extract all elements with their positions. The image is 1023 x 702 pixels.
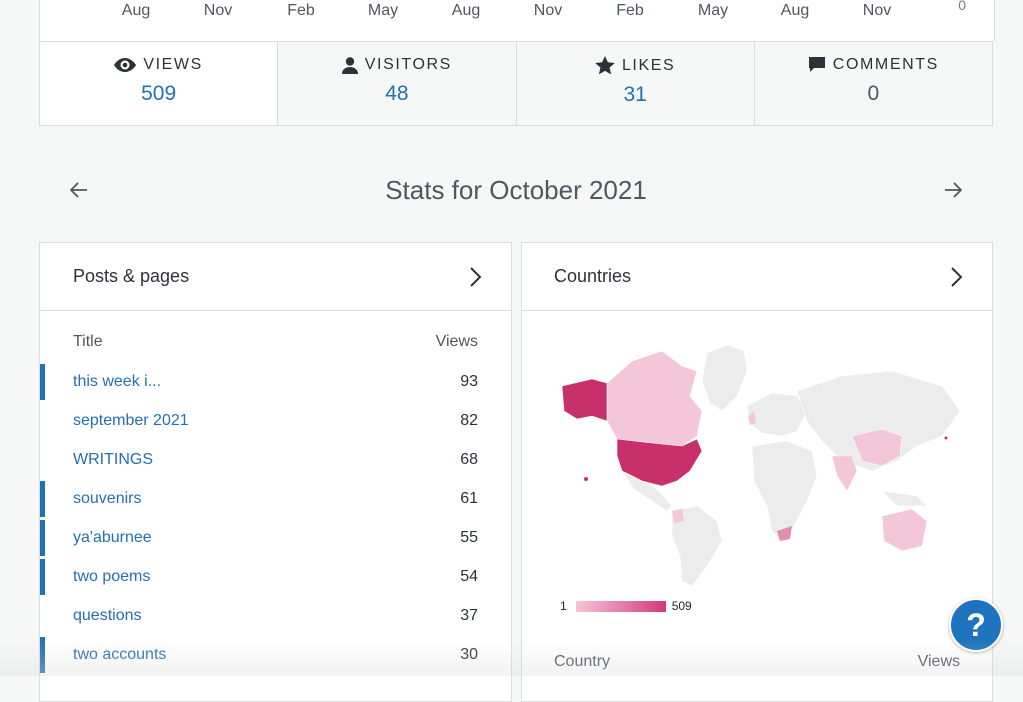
- legend-max: 509: [671, 599, 692, 613]
- column-header-country: Country: [554, 653, 611, 670]
- post-link[interactable]: WRITINGS: [73, 451, 153, 469]
- post-link[interactable]: two poems: [73, 568, 150, 586]
- map-region-alaska: [561, 378, 608, 422]
- person-icon: [341, 56, 358, 74]
- tab-value: 0: [867, 82, 880, 105]
- map-region-greenland: [701, 344, 748, 412]
- legend-min: 1: [560, 599, 567, 613]
- table-row: questions 37: [40, 596, 511, 635]
- eye-icon: [114, 58, 137, 72]
- card-title: Countries: [554, 266, 632, 286]
- post-views: 37: [460, 606, 478, 624]
- row-indicator-bar: [40, 481, 45, 517]
- posts-list: this week i... 93 september 2021 82 WRIT…: [40, 362, 511, 674]
- table-row: this week i... 93: [40, 362, 511, 401]
- map-region-colombia: [672, 509, 684, 523]
- chevron-right-icon[interactable]: [469, 266, 483, 288]
- question-mark-icon: ?: [966, 606, 986, 643]
- tab-views[interactable]: VIEWS 509: [40, 42, 279, 125]
- tab-label: VIEWS: [143, 56, 203, 73]
- map-region-canada: [606, 350, 703, 447]
- legend-gradient: [575, 600, 666, 612]
- next-period-button[interactable]: [938, 175, 968, 205]
- map-region-australia: [881, 508, 928, 552]
- chart-axis: Aug Nov Feb May Aug Nov Feb May Aug Nov …: [39, 0, 995, 41]
- map-region-indonesia: [881, 490, 928, 507]
- x-tick-label: Aug: [121, 2, 151, 19]
- tab-label: LIKES: [621, 56, 676, 74]
- x-tick-label: Aug: [451, 2, 481, 19]
- chevron-right-icon[interactable]: [950, 266, 964, 288]
- post-views: 30: [460, 645, 478, 663]
- tab-label: VISITORS: [364, 56, 452, 73]
- tab-comments[interactable]: COMMENTS 0: [755, 42, 992, 125]
- post-link[interactable]: souvenirs: [73, 490, 141, 508]
- post-views: 82: [460, 411, 478, 429]
- row-indicator-bar: [40, 520, 45, 556]
- y-tick-label: 0: [958, 0, 966, 13]
- tab-likes[interactable]: LIKES 31: [517, 42, 755, 125]
- world-map[interactable]: 1 509: [522, 311, 992, 613]
- column-header-views: Views: [435, 333, 478, 350]
- row-indicator-bar: [40, 637, 45, 673]
- comment-icon: [808, 56, 826, 74]
- arrow-right-icon: [945, 182, 962, 198]
- post-link[interactable]: two accounts: [73, 646, 166, 664]
- table-row: two accounts 30: [40, 635, 511, 674]
- column-header-views: Views: [917, 653, 960, 670]
- map-region-india: [831, 455, 858, 492]
- x-tick-label: Feb: [287, 2, 315, 19]
- tab-value: 48: [385, 82, 409, 105]
- post-views: 61: [460, 489, 478, 507]
- x-tick-label: May: [697, 2, 729, 19]
- tab-visitors[interactable]: VISITORS 48: [278, 42, 517, 125]
- table-header: Country Views: [554, 653, 960, 671]
- posts-pages-card: Posts & pages Title Views this week i...…: [39, 242, 512, 702]
- map-region-islands: [944, 436, 948, 440]
- x-tick-label: Nov: [862, 2, 892, 19]
- countries-card: Countries 1 509 Country Views: [521, 242, 993, 702]
- x-tick-label: Aug: [780, 2, 810, 19]
- post-link[interactable]: this week i...: [73, 373, 161, 391]
- post-link[interactable]: questions: [73, 607, 142, 625]
- period-title: Stats for October 2021: [385, 175, 647, 205]
- post-views: 55: [460, 528, 478, 546]
- tab-value: 31: [623, 83, 647, 106]
- map-region-europe: [746, 392, 808, 437]
- help-button[interactable]: ?: [949, 598, 1003, 652]
- map-region-hawaii: [584, 477, 588, 481]
- x-tick-label: Nov: [203, 2, 233, 19]
- table-row: two poems 54: [40, 557, 511, 596]
- post-views: 54: [460, 567, 478, 585]
- post-views: 93: [460, 372, 478, 390]
- column-header-title: Title: [73, 333, 103, 350]
- table-row: WRITINGS 68: [40, 440, 511, 479]
- x-tick-label: May: [367, 2, 399, 19]
- table-header: Title Views: [40, 311, 511, 356]
- row-indicator-bar: [40, 364, 45, 400]
- post-views: 68: [460, 450, 478, 468]
- period-navigation: Stats for October 2021: [39, 165, 993, 215]
- post-link[interactable]: ya'aburnee: [73, 529, 152, 547]
- table-row: souvenirs 61: [40, 479, 511, 518]
- tab-value: 509: [141, 82, 177, 105]
- row-indicator-bar: [40, 559, 45, 595]
- card-title: Posts & pages: [73, 266, 190, 286]
- post-link[interactable]: september 2021: [73, 412, 189, 430]
- x-tick-label: Feb: [616, 2, 644, 19]
- card-header[interactable]: Countries: [522, 243, 992, 311]
- star-icon: [595, 56, 615, 75]
- table-row: ya'aburnee 55: [40, 518, 511, 557]
- world-map-svg: [561, 344, 961, 587]
- map-region-africa: [751, 440, 818, 542]
- stats-summary-tabs: VIEWS 509 VISITORS 48 LIKES 31 COMMENTS …: [39, 41, 993, 126]
- tab-label: COMMENTS: [832, 56, 939, 73]
- card-header[interactable]: Posts & pages: [40, 243, 511, 311]
- table-row: september 2021 82: [40, 401, 511, 440]
- map-legend: 1 509: [560, 599, 692, 613]
- x-tick-label: Nov: [533, 2, 563, 19]
